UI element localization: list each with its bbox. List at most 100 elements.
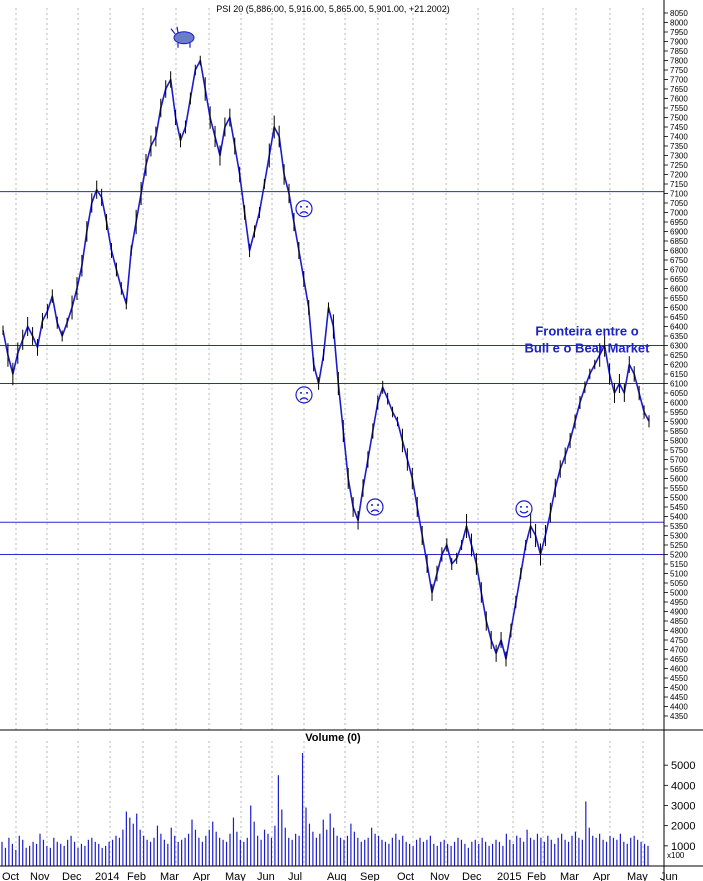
volume-tick-label: 4000 xyxy=(671,780,695,792)
y-tick-label: 6400 xyxy=(670,323,688,332)
y-tick-label: 6650 xyxy=(670,275,688,284)
x-tick-label: May xyxy=(225,871,246,881)
y-tick-label: 5250 xyxy=(670,541,688,550)
y-tick-label: 4550 xyxy=(670,674,688,683)
y-tick-label: 4850 xyxy=(670,617,688,626)
y-tick-label: 4650 xyxy=(670,655,688,664)
bull-icon xyxy=(170,26,195,48)
y-tick-label: 6700 xyxy=(670,266,688,275)
y-tick-label: 7900 xyxy=(670,38,688,47)
y-tick-label: 6050 xyxy=(670,389,688,398)
face-outline xyxy=(515,500,533,518)
price-chart-title: PSI 20 (5,886.00, 5,916.00, 5,865.00, 5,… xyxy=(216,4,449,14)
y-tick-label: 6500 xyxy=(670,304,688,313)
y-tick-label: 4700 xyxy=(670,646,688,655)
x-tick-label: Mar xyxy=(560,871,579,881)
x-tick-label: Oct xyxy=(2,871,19,881)
x-tick-label: Feb xyxy=(127,871,146,881)
y-tick-label: 7600 xyxy=(670,95,688,104)
y-tick-label: 6550 xyxy=(670,294,688,303)
y-tick-label: 4800 xyxy=(670,627,688,636)
y-tick-label: 5350 xyxy=(670,522,688,531)
x-tick-label: May xyxy=(627,871,648,881)
x-tick-label: Apr xyxy=(193,871,210,881)
price-line xyxy=(2,59,650,660)
face-outline xyxy=(366,498,384,516)
y-tick-label: 5300 xyxy=(670,532,688,541)
y-tick-label: 6200 xyxy=(670,361,688,370)
y-tick-label: 7700 xyxy=(670,76,688,85)
annotations: Fronteira entre o Bull e o Bear Market xyxy=(170,26,651,518)
y-tick-label: 5950 xyxy=(670,408,688,417)
x-tick-label: Nov xyxy=(430,871,450,881)
y-tick-label: 6000 xyxy=(670,399,688,408)
y-tick-label: 6850 xyxy=(670,237,688,246)
y-tick-label: 5600 xyxy=(670,475,688,484)
annotation-text: Bull e o Bear Market xyxy=(525,340,651,355)
y-tick-label: 4600 xyxy=(670,665,688,674)
y-tick-label: 7750 xyxy=(670,66,688,75)
y-tick-label: 8000 xyxy=(670,19,688,28)
y-tick-label: 6750 xyxy=(670,256,688,265)
y-tick-label: 4500 xyxy=(670,684,688,693)
x-tick-label: Sep xyxy=(360,871,380,881)
y-tick-label: 6250 xyxy=(670,351,688,360)
x-tick-label: Jul xyxy=(288,871,302,881)
y-tick-label: 4900 xyxy=(670,608,688,617)
x-tick-label: Mar xyxy=(160,871,179,881)
y-tick-label: 7150 xyxy=(670,180,688,189)
y-tick-label: 5200 xyxy=(670,551,688,560)
volume-tick-label: 1000 xyxy=(671,841,695,853)
x-tick-label: Dec xyxy=(62,871,82,881)
x-tick-label: Feb xyxy=(527,871,546,881)
axes: 4350440044504500455046004650470047504800… xyxy=(0,0,703,881)
face-eye xyxy=(371,504,373,506)
y-tick-label: 7650 xyxy=(670,85,688,94)
y-tick-label: 4450 xyxy=(670,693,688,702)
face-mouth xyxy=(370,509,380,513)
y-tick-label: 7450 xyxy=(670,123,688,132)
y-tick-label: 7250 xyxy=(670,161,688,170)
face-eye xyxy=(300,391,302,394)
y-tick-label: 5000 xyxy=(670,589,688,598)
y-tick-label: 7200 xyxy=(670,171,688,180)
x-tick-label: Apr xyxy=(593,871,610,881)
y-tick-label: 6350 xyxy=(670,332,688,341)
y-tick-label: 6450 xyxy=(670,313,688,322)
y-tick-label: 5900 xyxy=(670,418,688,427)
y-tick-label: 7950 xyxy=(670,28,688,37)
sad-face-icon xyxy=(366,498,384,516)
y-tick-label: 7300 xyxy=(670,152,688,161)
x-tick-label: Aug xyxy=(327,871,347,881)
x-tick-label: Nov xyxy=(30,871,50,881)
face-eye xyxy=(300,205,302,208)
face-eye xyxy=(377,504,379,506)
y-tick-label: 7400 xyxy=(670,133,688,142)
bull-body xyxy=(173,31,195,45)
y-tick-label: 4750 xyxy=(670,636,688,645)
smiley-face-icon xyxy=(515,500,533,518)
volume-chart-title: Volume (0) xyxy=(305,732,361,744)
y-tick-label: 4350 xyxy=(670,712,688,721)
y-tick-label: 6150 xyxy=(670,370,688,379)
y-tick-label: 7800 xyxy=(670,57,688,66)
y-tick-label: 7850 xyxy=(670,47,688,56)
volume-tick-label: 5000 xyxy=(671,760,695,772)
y-tick-label: 6800 xyxy=(670,247,688,256)
y-tick-label: 7500 xyxy=(670,114,688,123)
volume-tick-label: 2000 xyxy=(671,821,695,833)
bull-horns xyxy=(170,26,179,35)
y-tick-label: 6600 xyxy=(670,285,688,294)
x-tick-label: Jun xyxy=(257,871,275,881)
y-tick-label: 5800 xyxy=(670,437,688,446)
annotation-text: Fronteira entre o xyxy=(535,323,638,338)
y-tick-label: 5100 xyxy=(670,570,688,579)
face-eye xyxy=(520,505,522,508)
y-tick-label: 6950 xyxy=(670,218,688,227)
face-eye xyxy=(306,205,308,208)
y-tick-label: 7050 xyxy=(670,199,688,208)
y-tick-label: 6900 xyxy=(670,228,688,237)
y-tick-label: 5050 xyxy=(670,579,688,588)
y-tick-label: 5650 xyxy=(670,465,688,474)
y-tick-label: 6100 xyxy=(670,380,688,389)
